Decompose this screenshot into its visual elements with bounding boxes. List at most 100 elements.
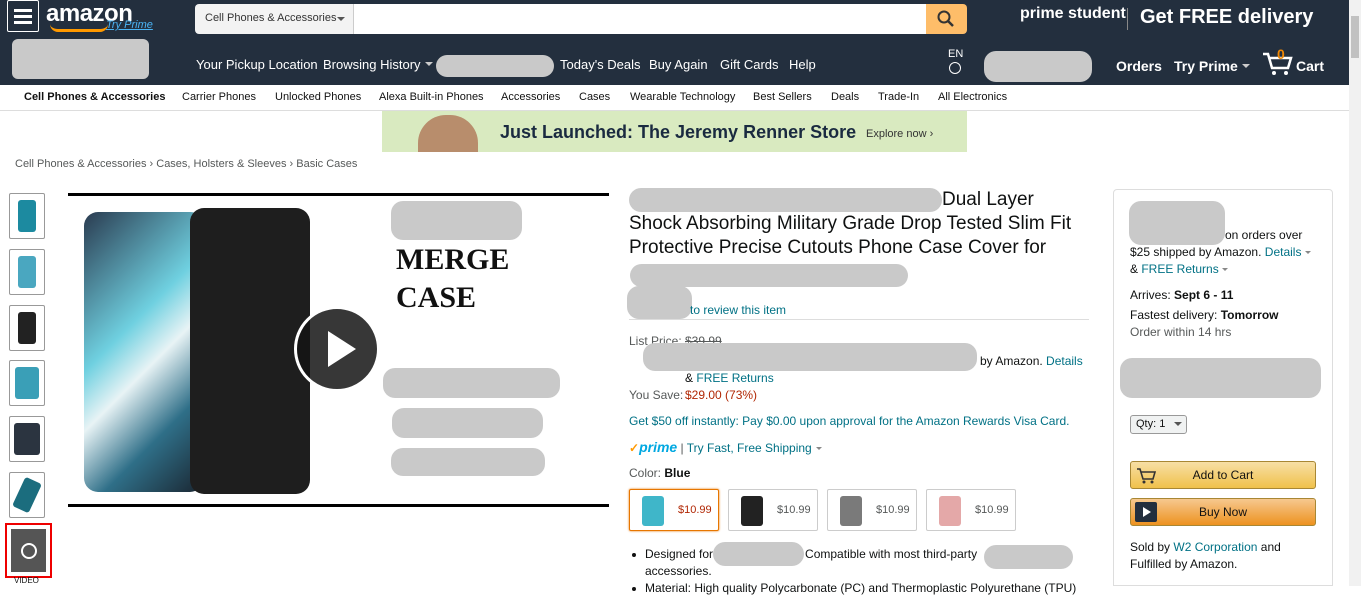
thumbnail-3[interactable] bbox=[9, 305, 45, 351]
swatch-price: $10.99 bbox=[678, 504, 712, 516]
divider bbox=[1127, 8, 1128, 30]
play-icon bbox=[21, 543, 37, 559]
fulfilled-by-amazon[interactable]: Fulfilled by Amazon. bbox=[1130, 557, 1237, 571]
play-icon bbox=[328, 331, 356, 367]
prime-student-logo[interactable]: prime student bbox=[1020, 5, 1126, 23]
buy-now-button[interactable]: Buy Now bbox=[1130, 498, 1316, 526]
redacted-nav-item bbox=[436, 55, 554, 77]
arrives: Arrives: Sept 6 - 11 bbox=[1130, 288, 1233, 302]
shipped-by-amazon: $25 shipped by Amazon. Details bbox=[1130, 245, 1311, 259]
promo-banner[interactable]: Just Launched: The Jeremy Renner Store E… bbox=[382, 111, 967, 152]
thumbnail-1[interactable] bbox=[9, 193, 45, 239]
category-carrier-phones[interactable]: Carrier Phones bbox=[182, 91, 256, 103]
prime-shipping-link[interactable]: Try Fast, Free Shipping bbox=[687, 441, 812, 455]
redacted-image-text bbox=[383, 368, 560, 398]
category-best-sellers[interactable]: Best Sellers bbox=[753, 91, 812, 103]
redacted-account[interactable] bbox=[984, 51, 1092, 82]
thumbnail-image bbox=[18, 256, 36, 288]
swatch-image bbox=[642, 496, 664, 526]
product-title-text: Dual Layer Shock Absorbing Military Grad… bbox=[629, 189, 1072, 258]
color-swatch-black[interactable]: $10.99 bbox=[728, 489, 818, 531]
details-link[interactable]: Details bbox=[1046, 354, 1083, 368]
seller-link[interactable]: W2 Corporation bbox=[1173, 540, 1257, 554]
chevron-down-icon bbox=[1304, 251, 1311, 257]
globe-icon[interactable] bbox=[949, 62, 961, 74]
category-unlocked-phones[interactable]: Unlocked Phones bbox=[275, 91, 361, 103]
nav-gift-cards[interactable]: Gift Cards bbox=[720, 57, 779, 72]
details-link[interactable]: Details bbox=[1265, 245, 1302, 259]
prime-shipping[interactable]: ✓prime | Try Fast, Free Shipping bbox=[629, 439, 822, 455]
breadcrumb-basic-cases[interactable]: Basic Cases bbox=[296, 158, 357, 170]
swatch-image bbox=[741, 496, 763, 526]
add-to-cart-label: Add to Cart bbox=[1192, 468, 1254, 482]
redacted-bullet-text bbox=[713, 542, 804, 566]
orders-over-text: on orders over bbox=[1225, 228, 1303, 242]
free-returns-link[interactable]: FREE Returns bbox=[1141, 262, 1218, 276]
nav-browsing-history[interactable]: Browsing History bbox=[323, 57, 433, 72]
search-input[interactable] bbox=[354, 4, 926, 34]
nav-pickup-location[interactable]: Your Pickup Location bbox=[196, 57, 318, 72]
orders-link[interactable]: Orders bbox=[1116, 58, 1162, 74]
thumbnail-image bbox=[14, 423, 40, 455]
thumbnail-video[interactable] bbox=[5, 523, 52, 578]
nav-help[interactable]: Help bbox=[789, 57, 816, 72]
add-to-cart-button[interactable]: Add to Cart bbox=[1130, 461, 1316, 489]
fastest-date: Tomorrow bbox=[1220, 308, 1279, 322]
you-save-label: You Save: bbox=[629, 388, 684, 402]
arrives-date: Sept 6 - 11 bbox=[1174, 288, 1234, 302]
thumbnail-4[interactable] bbox=[9, 360, 45, 406]
video-label: VIDEO bbox=[14, 576, 39, 585]
swatch-image bbox=[840, 496, 862, 526]
redacted-image-text bbox=[391, 448, 545, 476]
chevron-down-icon bbox=[1222, 268, 1229, 274]
category-all-electronics[interactable]: All Electronics bbox=[938, 91, 1007, 103]
play-video-button[interactable] bbox=[294, 306, 380, 392]
category-alexa-phones[interactable]: Alexa Built-in Phones bbox=[379, 91, 484, 103]
fastest-delivery: Fastest delivery: Tomorrow bbox=[1130, 308, 1279, 322]
thumbnail-6[interactable] bbox=[9, 472, 45, 518]
get-free-delivery[interactable]: Get FREE delivery bbox=[1140, 6, 1313, 29]
menu-icon[interactable] bbox=[7, 0, 39, 32]
thumbnail-5[interactable] bbox=[9, 416, 45, 462]
category-accessories[interactable]: Accessories bbox=[501, 91, 560, 103]
merge-line-2: CASE bbox=[396, 281, 477, 314]
color-swatch-pink[interactable]: $10.99 bbox=[926, 489, 1016, 531]
swatch-price: $10.99 bbox=[777, 504, 811, 516]
nav-buy-again[interactable]: Buy Again bbox=[649, 57, 708, 72]
category-cases[interactable]: Cases bbox=[579, 91, 610, 103]
category-trade-in[interactable]: Trade-In bbox=[878, 91, 919, 103]
nav-browsing-history-label: Browsing History bbox=[323, 57, 421, 72]
thumbnail-image bbox=[18, 312, 36, 344]
shipped-by-amazon: by Amazon. Details bbox=[980, 354, 1083, 368]
scrollbar-thumb[interactable] bbox=[1351, 16, 1359, 58]
rewards-visa-promo[interactable]: Get $50 off instantly: Pay $0.00 upon ap… bbox=[629, 414, 1069, 428]
color-selection: Color: Blue bbox=[629, 466, 690, 480]
review-link[interactable]: to review this item bbox=[690, 303, 786, 317]
thumbnail-2[interactable] bbox=[9, 249, 45, 295]
search-category-dropdown[interactable]: Cell Phones & Accessories bbox=[195, 4, 354, 34]
bullet-text: Compatible with most third-party bbox=[805, 547, 978, 561]
color-swatch-blue[interactable]: $10.99 bbox=[629, 489, 719, 531]
category-cell-phones[interactable]: Cell Phones & Accessories bbox=[24, 91, 165, 103]
bullet-text: Material: High quality Polycarbonate (PC… bbox=[645, 581, 1077, 595]
free-returns: & FREE Returns bbox=[1130, 262, 1229, 276]
try-prime-menu[interactable]: Try Prime bbox=[1174, 58, 1250, 74]
prime-logo: prime bbox=[639, 439, 678, 455]
try-prime-link[interactable]: Try Prime bbox=[106, 19, 153, 31]
category-wearable[interactable]: Wearable Technology bbox=[630, 91, 735, 103]
quantity-dropdown[interactable]: Qty: 1 bbox=[1130, 415, 1187, 434]
nav-todays-deals[interactable]: Today's Deals bbox=[560, 57, 641, 72]
redacted-location bbox=[12, 39, 149, 79]
color-swatch-gray[interactable]: $10.99 bbox=[827, 489, 917, 531]
free-returns-link[interactable]: FREE Returns bbox=[696, 371, 773, 385]
shipped-text: $25 shipped by Amazon. bbox=[1130, 245, 1262, 259]
breadcrumb-cases[interactable]: Cases, Holsters & Sleeves bbox=[156, 158, 286, 170]
category-deals[interactable]: Deals bbox=[831, 91, 859, 103]
phone-case-back-image bbox=[190, 208, 310, 494]
search-button[interactable] bbox=[926, 4, 967, 34]
language-selector[interactable]: EN bbox=[948, 48, 963, 60]
vertical-scrollbar[interactable] bbox=[1349, 0, 1361, 586]
breadcrumb-cell-phones[interactable]: Cell Phones & Accessories bbox=[15, 158, 146, 170]
try-prime-menu-label: Try Prime bbox=[1174, 58, 1238, 74]
search-icon bbox=[937, 10, 954, 27]
